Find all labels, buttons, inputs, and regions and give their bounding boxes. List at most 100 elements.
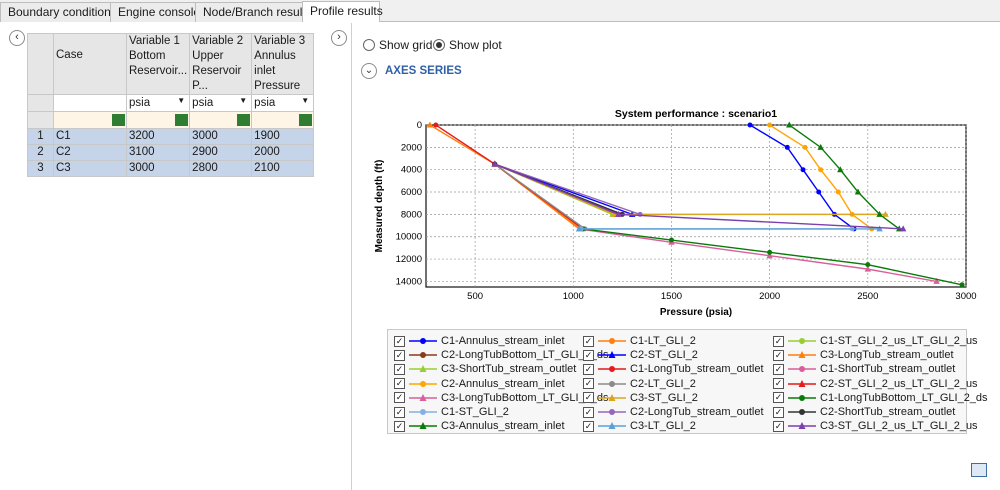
- legend-swatch-icon: [788, 394, 816, 401]
- axes-series-toggle[interactable]: ⌄ AXES SERIES: [361, 63, 462, 79]
- variable2-unit-select[interactable]: psia ▼: [189, 94, 253, 112]
- legend-checkbox[interactable]: ✓: [773, 378, 784, 390]
- expand-right-icon[interactable]: ›: [331, 30, 347, 46]
- legend-checkbox[interactable]: ✓: [773, 335, 784, 347]
- dropdown-arrow-icon: ▼: [301, 96, 310, 105]
- legend-checkbox[interactable]: ✓: [773, 363, 784, 375]
- legend-swatch-icon: [409, 338, 437, 344]
- variable1-header-line2: Bottom: [129, 50, 166, 62]
- y-tick-label: 12000: [396, 254, 422, 265]
- x-tick-label: 2000: [759, 291, 780, 302]
- tab-profile-results[interactable]: Profile results: [302, 1, 383, 22]
- legend-checkbox[interactable]: ✓: [394, 335, 405, 347]
- filter-row-header: [27, 111, 54, 129]
- show-plot-radio[interactable]: Show plot: [433, 38, 502, 52]
- legend-checkbox[interactable]: ✓: [583, 363, 594, 375]
- filter-icon[interactable]: [299, 114, 313, 126]
- variable3-header[interactable]: Variable 3 Annulus inlet Pressure: [251, 33, 315, 95]
- legend-swatch-icon: [409, 422, 437, 430]
- case-cell[interactable]: C3: [53, 160, 127, 177]
- cases-panel: ‹ Case Variable 1 Bottom Reservoir... Vari…: [0, 23, 352, 490]
- case-cell[interactable]: C2: [53, 144, 127, 161]
- table-view-icon[interactable]: [971, 463, 987, 477]
- legend-swatch-icon: [788, 379, 816, 387]
- legend-checkbox[interactable]: ✓: [394, 420, 405, 432]
- dropdown-arrow-icon: ▼: [239, 96, 248, 105]
- x-tick-label: 500: [467, 291, 483, 302]
- legend-checkbox[interactable]: ✓: [583, 378, 594, 390]
- legend-checkbox[interactable]: ✓: [583, 349, 594, 361]
- legend-checkbox[interactable]: ✓: [394, 392, 405, 404]
- legend-checkbox[interactable]: ✓: [773, 420, 784, 432]
- legend-label: C2-LongTub_stream_outlet: [630, 406, 764, 418]
- variable3-filter-input[interactable]: [251, 111, 315, 129]
- row-number[interactable]: 3: [27, 160, 54, 177]
- variable2-header[interactable]: Variable 2 Upper Reservoir P...: [189, 33, 253, 95]
- tab-engine-console[interactable]: Engine console: [110, 2, 200, 22]
- legend-checkbox[interactable]: ✓: [773, 392, 784, 404]
- filter-icon[interactable]: [237, 114, 251, 126]
- legend-checkbox[interactable]: ✓: [394, 378, 405, 390]
- case-header[interactable]: Case: [53, 33, 127, 95]
- legend-swatch-icon: [598, 393, 626, 401]
- legend-item[interactable]: ✓ C3-LT_GLI_2: [583, 418, 696, 434]
- radio-on-icon: [433, 39, 445, 51]
- variable3-unit-value: psia: [254, 97, 276, 109]
- variable2-cell[interactable]: 3000: [189, 128, 253, 145]
- legend-checkbox[interactable]: ✓: [394, 349, 405, 361]
- legend-item[interactable]: ✓ C3-ST_GLI_2_us_LT_GLI_2_us: [773, 418, 978, 434]
- variable1-header-line1: Variable 1: [129, 35, 180, 47]
- legend-checkbox[interactable]: ✓: [583, 335, 594, 347]
- filter-icon[interactable]: [175, 114, 189, 126]
- legend-swatch-marker: [609, 366, 615, 373]
- legend-checkbox[interactable]: ✓: [583, 406, 594, 418]
- variable1-header[interactable]: Variable 1 Bottom Reservoir...: [125, 33, 191, 95]
- legend-checkbox[interactable]: ✓: [583, 392, 594, 404]
- legend-checkbox[interactable]: ✓: [394, 363, 405, 375]
- chart-legend: ✓ C1-Annulus_stream_inlet ✓ C1-LT_GLI_2 ✓ C1-…: [387, 329, 988, 434]
- legend-checkbox[interactable]: ✓: [773, 349, 784, 361]
- tab-node-branch-results[interactable]: Node/Branch results: [195, 2, 312, 22]
- legend-label: C1-ShortTub_stream_outlet: [820, 363, 956, 376]
- legend-swatch-marker: [799, 394, 805, 401]
- data-point: [802, 144, 808, 150]
- variable1-filter-input[interactable]: [125, 111, 191, 129]
- variable2-filter-input[interactable]: [189, 111, 253, 129]
- variable2-cell[interactable]: 2800: [189, 160, 253, 177]
- legend-swatch-icon: [788, 366, 816, 373]
- variable1-cell[interactable]: 3100: [125, 144, 191, 161]
- variable3-cell[interactable]: 2100: [251, 160, 315, 177]
- legend-checkbox[interactable]: ✓: [394, 406, 405, 418]
- legend-swatch-marker: [609, 409, 615, 415]
- dropdown-arrow-icon: ▼: [177, 96, 186, 105]
- case-cell[interactable]: C1: [53, 128, 127, 145]
- legend-item[interactable]: ✓ C3-Annulus_stream_inlet: [394, 418, 565, 434]
- legend-label: C3-LT_GLI_2: [630, 420, 696, 433]
- legend-checkbox[interactable]: ✓: [773, 406, 784, 418]
- case-filter-input[interactable]: [53, 111, 127, 129]
- table-row[interactable]: 2 C2 3100 2900 2000: [27, 144, 315, 161]
- variable3-cell[interactable]: 1900: [251, 128, 315, 145]
- variable2-cell[interactable]: 2900: [189, 144, 253, 161]
- row-number[interactable]: 1: [27, 128, 54, 145]
- x-tick-label: 1500: [661, 291, 682, 302]
- table-row[interactable]: 1 C1 3200 3000 1900: [27, 128, 315, 145]
- legend-checkbox[interactable]: ✓: [583, 420, 594, 432]
- legend-swatch-marker: [420, 409, 426, 415]
- y-axis-label: Measured depth (ft): [374, 160, 385, 253]
- row-number[interactable]: 2: [27, 144, 54, 161]
- filter-icon[interactable]: [112, 114, 125, 126]
- variable1-cell[interactable]: 3000: [125, 160, 191, 177]
- variable3-cell[interactable]: 2000: [251, 144, 315, 161]
- x-tick-label: 1000: [563, 291, 584, 302]
- variable1-cell[interactable]: 3200: [125, 128, 191, 145]
- show-grid-radio[interactable]: Show grid: [363, 38, 432, 52]
- variable3-unit-select[interactable]: psia ▼: [251, 94, 315, 112]
- collapse-left-icon[interactable]: ‹: [9, 30, 25, 46]
- tab-boundary-conditions[interactable]: Boundary conditions: [0, 2, 117, 22]
- table-row[interactable]: 3 C3 3000 2800 2100: [27, 160, 315, 177]
- variable1-unit-select[interactable]: psia ▼: [125, 94, 191, 112]
- y-tick-label: 0: [417, 120, 422, 131]
- data-point: [816, 189, 822, 195]
- radio-off-icon: [363, 39, 375, 51]
